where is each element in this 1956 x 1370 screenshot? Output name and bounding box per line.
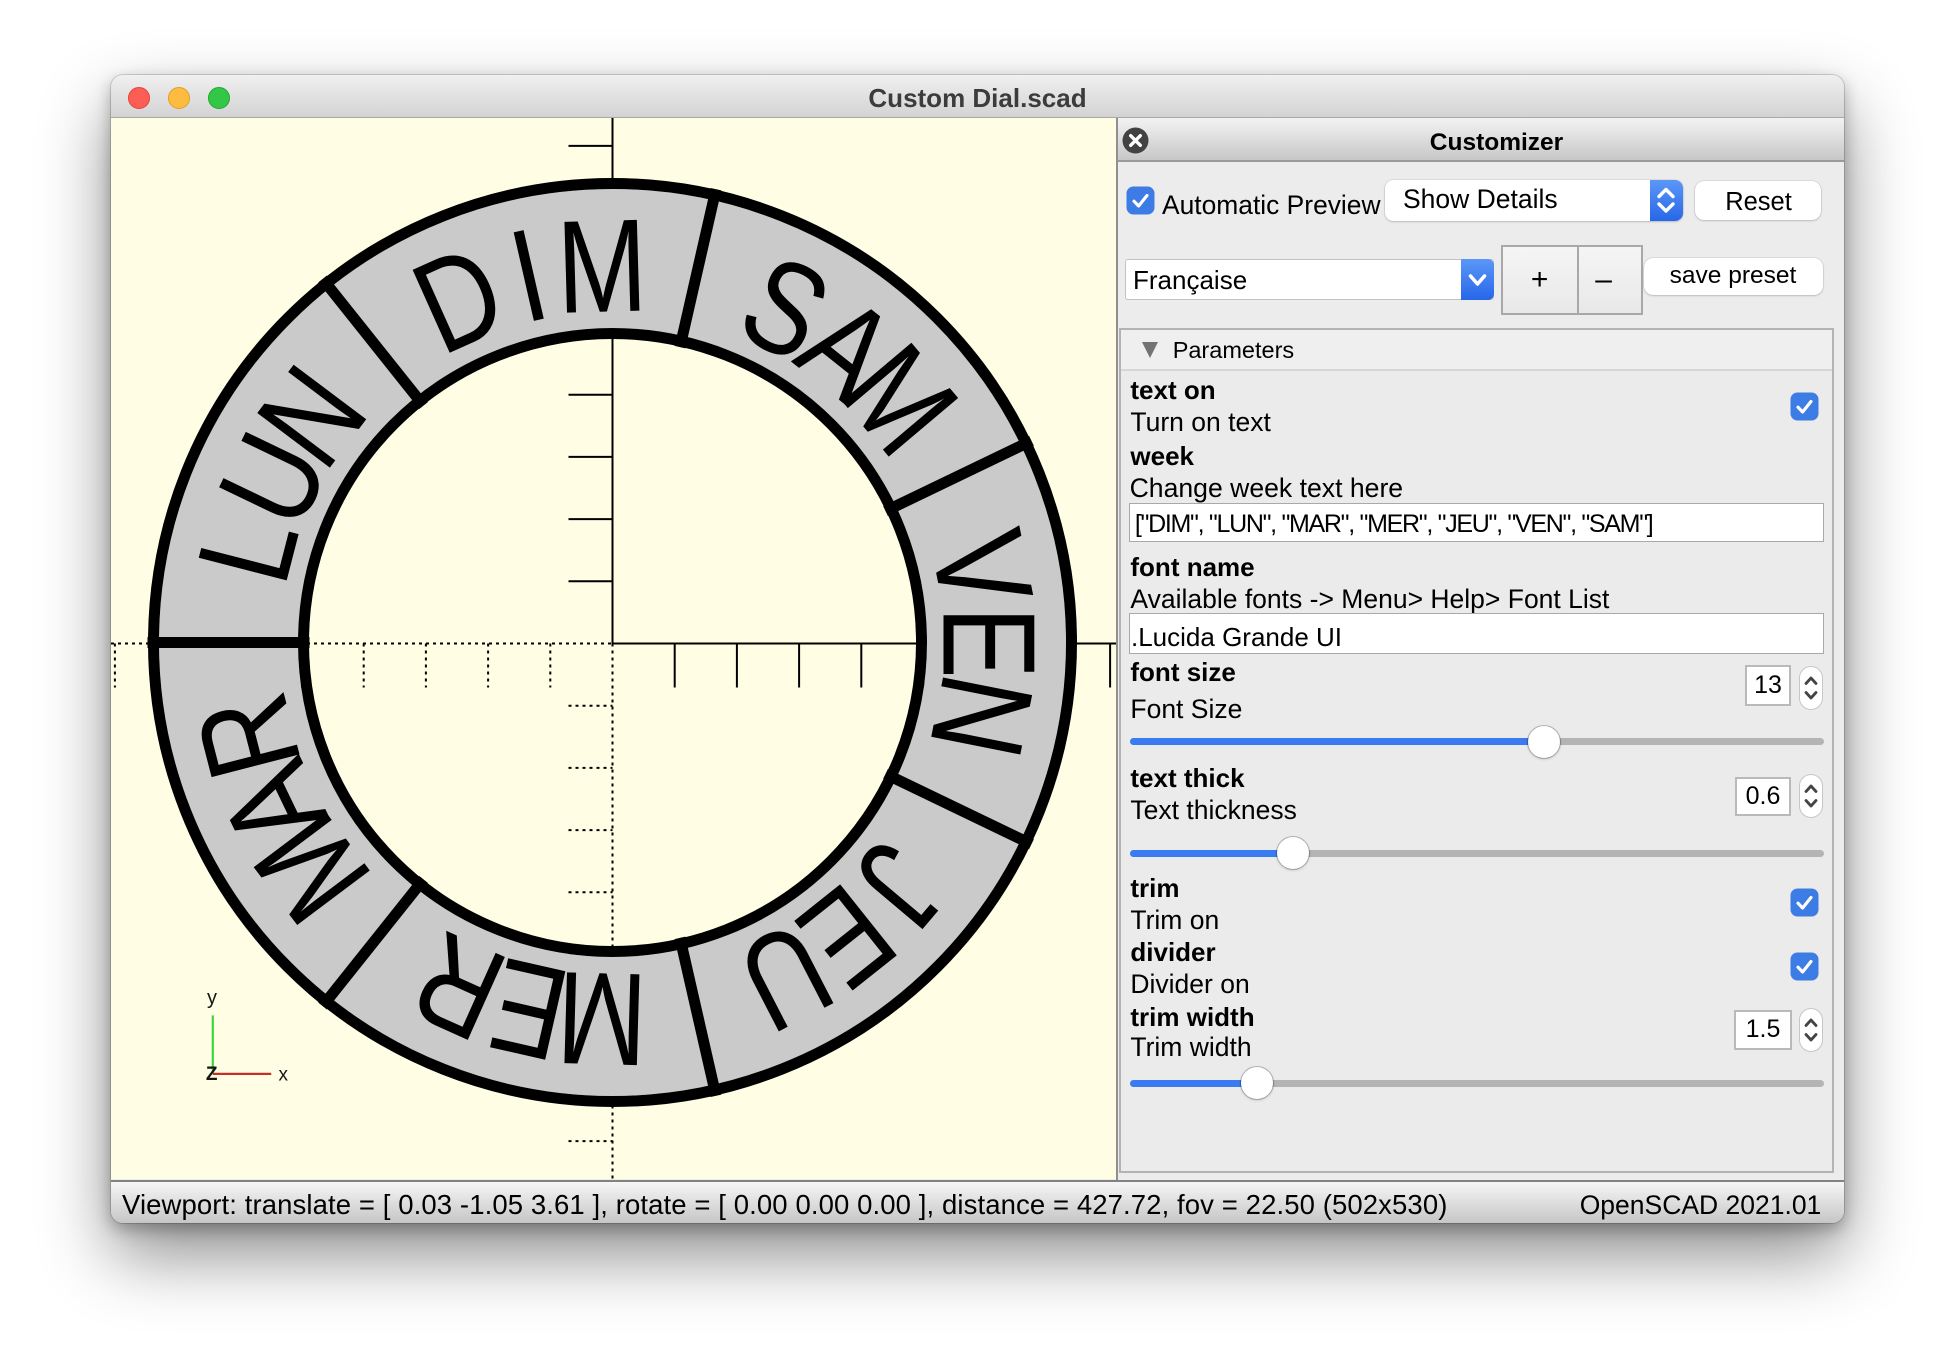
- svg-text:M: M: [555, 191, 649, 341]
- svg-text:Z: Z: [206, 1064, 218, 1085]
- svg-text:x: x: [279, 1065, 289, 1086]
- svg-text:y: y: [207, 987, 217, 1009]
